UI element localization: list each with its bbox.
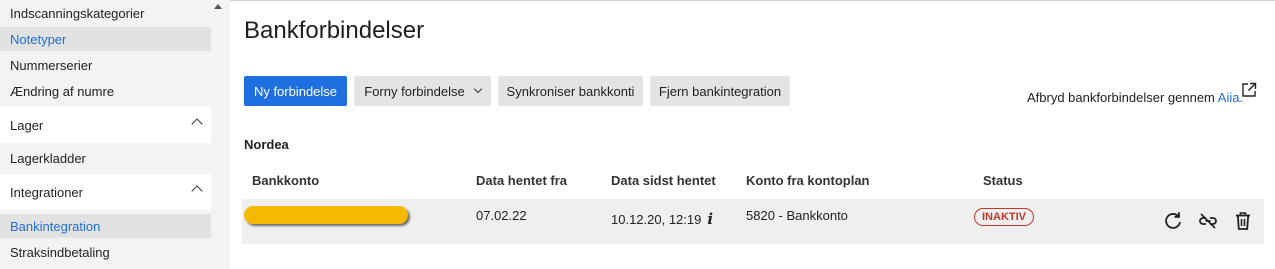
chevron-down-icon: [473, 84, 482, 94]
delete-icon[interactable]: [1232, 210, 1254, 232]
renew-connection-label: Forny forbindelse: [364, 83, 465, 99]
header-konto-fra-kontoplan: Konto fra kontoplan: [746, 173, 870, 188]
redacted-account-number: [244, 206, 408, 224]
sidebar-item-label: Bankintegration: [10, 218, 101, 234]
remove-integration-button[interactable]: Fjern bankintegration: [650, 76, 790, 106]
sidebar-item-indscanningskategorier[interactable]: Indscanningskategorier: [0, 2, 211, 24]
header-bankkonto: Bankkonto: [252, 173, 320, 188]
unlink-icon[interactable]: [1197, 210, 1219, 232]
sidebar-item-nummerserier[interactable]: Nummerserier: [0, 53, 211, 77]
sidebar-item-straksindbetaling[interactable]: Straksindbetaling: [0, 240, 211, 264]
new-connection-label: Ny forbindelse: [253, 83, 338, 99]
sidebar-item-label: Straksindbetaling: [10, 244, 110, 260]
sidebar-item-lagerkladder[interactable]: Lagerkladder: [0, 146, 211, 170]
sidebar-item-label: Ændring af numre: [10, 83, 115, 99]
remove-integration-label: Fjern bankintegration: [658, 83, 782, 99]
sidebar-item-notetyper[interactable]: Notetyper: [0, 27, 211, 51]
sidebar-item-label: Indscanningskategorier: [10, 5, 145, 21]
aiia-link[interactable]: Aiia.: [1218, 90, 1243, 105]
sidebar-item-label: Nummerserier: [10, 57, 93, 73]
last-fetched-value: 10.12.20, 12:19: [611, 212, 702, 227]
cell-data-sidst-hentet: 10.12.20, 12:19 i: [611, 210, 713, 228]
header-data-sidst-hentet: Data sidst hentet: [611, 173, 716, 188]
page-title: Bankforbindelser: [244, 17, 425, 44]
info-icon[interactable]: i: [707, 210, 713, 228]
bank-name: Nordea: [244, 137, 289, 152]
disconnect-note: Afbryd bankforbindelser gennem Aiia.: [1027, 90, 1243, 105]
disconnect-note-text: Afbryd bankforbindelser gennem: [1027, 90, 1218, 105]
chevron-up-icon: [191, 185, 203, 197]
sidebar-item-aendring-af-numre[interactable]: Ændring af numre: [0, 79, 211, 103]
sync-accounts-label: Synkroniser bankkonti: [506, 83, 635, 99]
sync-accounts-button[interactable]: Synkroniser bankkonti: [498, 76, 643, 106]
renew-connection-dropdown[interactable]: Forny forbindelse: [354, 76, 491, 106]
header-status: Status: [983, 173, 1023, 188]
status-badge: INAKTIV: [974, 208, 1034, 226]
sidebar: Indscanningskategorier Notetyper Nummers…: [0, 0, 230, 269]
cell-konto-fra-kontoplan: 5820 - Bankkonto: [746, 208, 848, 223]
sidebar-item-label: Notetyper: [10, 31, 67, 47]
external-link-icon[interactable]: [1241, 82, 1257, 98]
sidebar-item-bankintegration[interactable]: Bankintegration: [0, 214, 211, 238]
header-data-hentet-fra: Data hentet fra: [476, 173, 568, 188]
sidebar-item-label: Lagerkladder: [10, 150, 86, 166]
chevron-up-icon: [191, 118, 203, 130]
sidebar-group-integrationer[interactable]: Integrationer: [0, 174, 211, 210]
table-row: 07.02.22 10.12.20, 12:19 i 5820 - Bankkon…: [242, 199, 1264, 244]
main-content: Bankforbindelser Ny forbindelse Forny fo…: [230, 0, 1275, 269]
new-connection-button[interactable]: Ny forbindelse: [244, 76, 347, 106]
scroll-up-icon[interactable]: [214, 4, 222, 9]
refresh-icon[interactable]: [1162, 210, 1184, 232]
cell-data-hentet-fra: 07.02.22: [476, 208, 527, 223]
sidebar-group-label: Integrationer: [10, 184, 83, 200]
sidebar-group-lager[interactable]: Lager: [0, 107, 211, 143]
sidebar-group-label: Lager: [10, 117, 44, 133]
